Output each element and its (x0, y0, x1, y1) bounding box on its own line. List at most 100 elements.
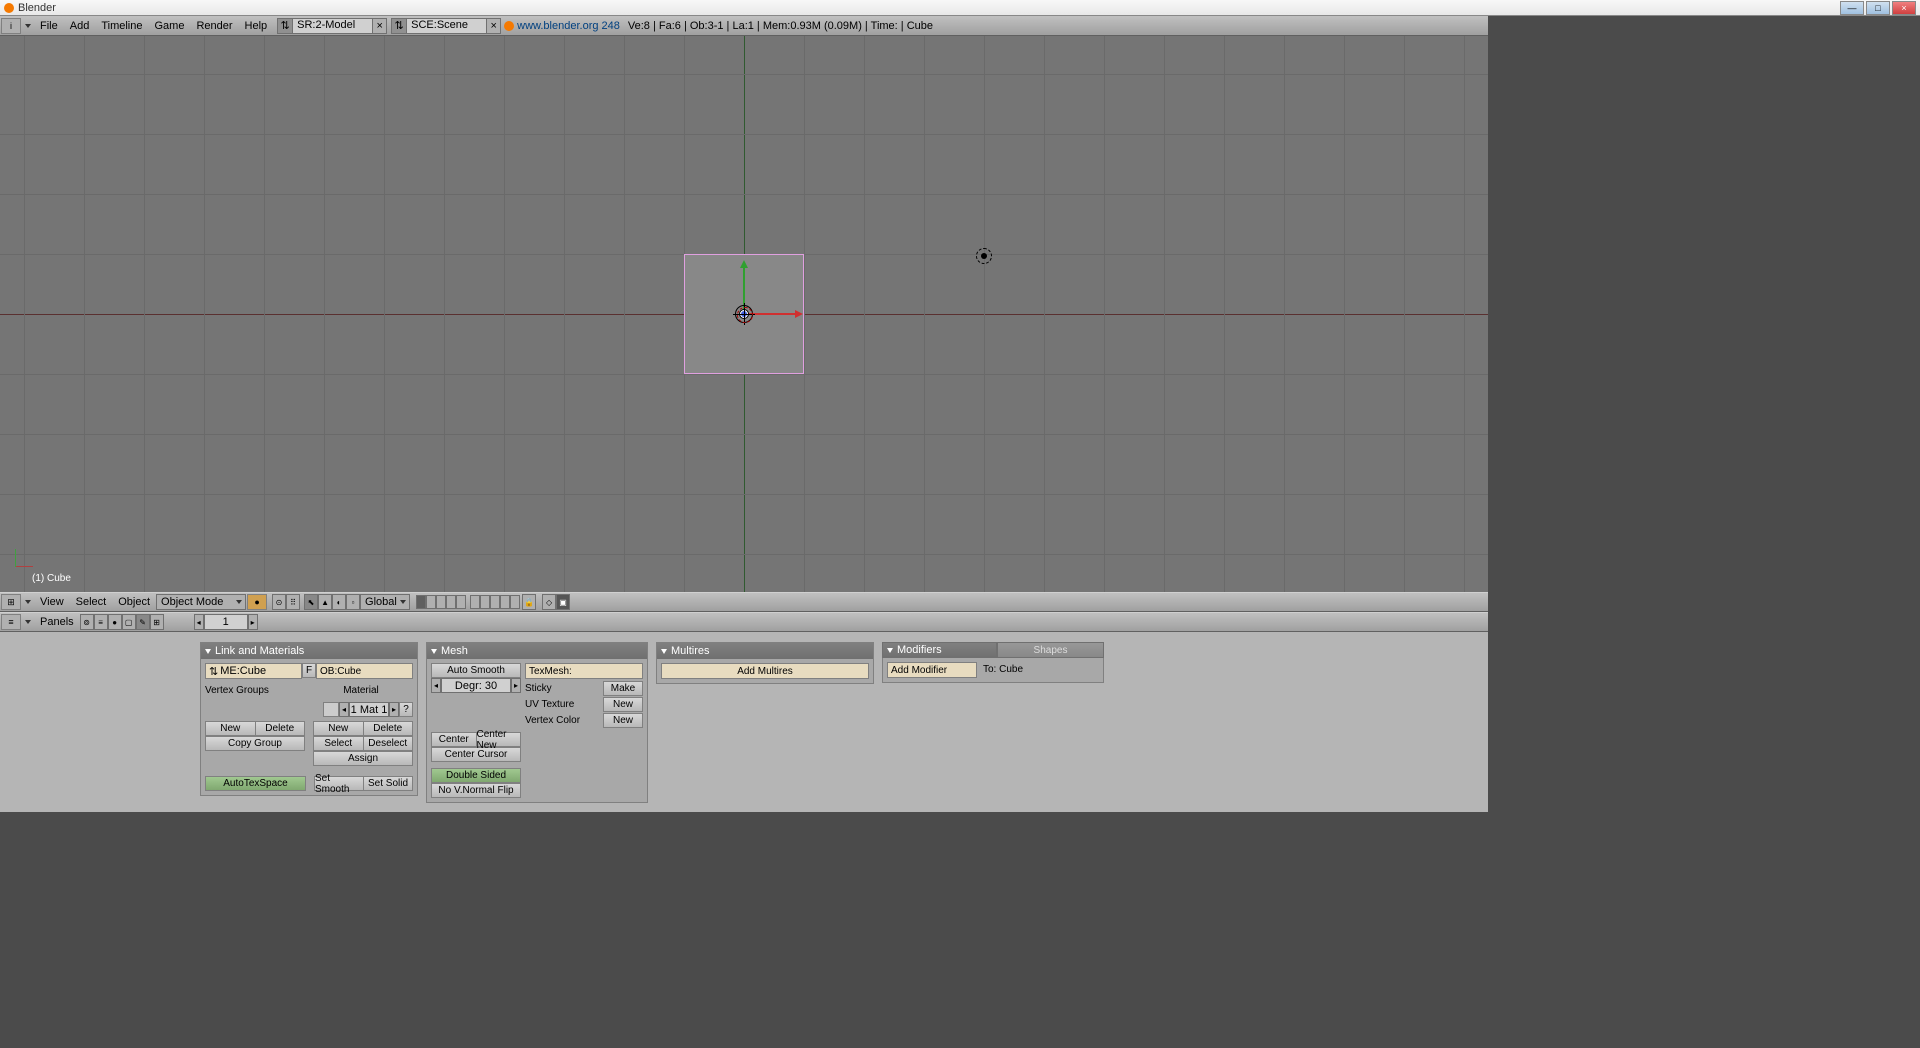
autotexspace-button[interactable]: AutoTexSpace (205, 776, 306, 791)
fake-user-button[interactable]: F (302, 663, 316, 678)
translate-manipulator-icon[interactable]: ▲ (318, 594, 332, 610)
render-preview-icon[interactable]: ◇ (542, 594, 556, 610)
mat-prev-button[interactable]: ◂ (339, 702, 349, 717)
link-icon (504, 21, 514, 31)
render-border-icon[interactable]: ▣ (556, 594, 570, 610)
window-maximize-button[interactable]: □ (1866, 1, 1890, 15)
menu-add[interactable]: Add (64, 20, 96, 32)
modifier-to-label: To: Cube (983, 662, 1023, 678)
screen-delete-button[interactable]: × (373, 18, 387, 34)
modifiers-tab[interactable]: Modifiers (882, 642, 997, 658)
blender-link[interactable]: www.blender.org 248 (517, 20, 620, 32)
viewtype-icon[interactable]: ⊞ (1, 594, 21, 610)
window-title: Blender (18, 2, 56, 14)
mat-index-field[interactable]: 1 Mat 1 (349, 702, 389, 717)
double-sided-button[interactable]: Double Sided (431, 768, 521, 783)
degr-field[interactable]: Degr: 30 (441, 678, 511, 693)
menu-file[interactable]: File (34, 20, 64, 32)
copy-group-button[interactable]: Copy Group (205, 736, 305, 751)
frame-prev-button[interactable]: ◂ (194, 614, 204, 630)
mat-select-button[interactable]: Select (313, 736, 364, 751)
pivot-median-icon[interactable]: ⠿ (286, 594, 300, 610)
screen-name-field[interactable]: SR:2-Model (293, 18, 373, 34)
menu-help[interactable]: Help (239, 20, 274, 32)
frame-next-button[interactable]: ▸ (248, 614, 258, 630)
shapes-tab[interactable]: Shapes (997, 642, 1104, 658)
panel-header[interactable]: Link and Materials (201, 643, 417, 659)
mat-next-button[interactable]: ▸ (389, 702, 399, 717)
orientation-dropdown[interactable]: Global (360, 594, 410, 610)
material-preview (323, 702, 339, 717)
context-shading-icon[interactable]: ● (108, 614, 122, 630)
mat-delete-button[interactable]: Delete (364, 721, 414, 736)
chevron-down-icon[interactable] (25, 24, 31, 28)
mesh-panel: Mesh Auto Smooth ◂ Degr: 30 ▸ TexMesh: S… (426, 642, 648, 803)
degr-next[interactable]: ▸ (511, 678, 521, 693)
context-scene-icon[interactable]: ⊞ (150, 614, 164, 630)
shading-icon[interactable]: ● (247, 594, 267, 610)
manipulator-toggle[interactable]: ⬉ (304, 594, 318, 610)
menu-timeline[interactable]: Timeline (95, 20, 148, 32)
uvtex-new-button[interactable]: New (603, 697, 643, 712)
vcolor-label: Vertex Color (525, 713, 580, 728)
mat-new-button[interactable]: New (313, 721, 364, 736)
context-editing-icon[interactable]: ✎ (136, 614, 150, 630)
panel-header[interactable]: Mesh (427, 643, 647, 659)
lock-icon[interactable]: 🔒 (522, 594, 536, 610)
scale-manipulator-icon[interactable]: ▫ (346, 594, 360, 610)
buttons-type-icon[interactable]: ≡ (1, 614, 21, 630)
mat-assign-button[interactable]: Assign (313, 751, 413, 766)
lamp-object[interactable] (974, 246, 994, 266)
context-logic-icon[interactable]: ⊚ (80, 614, 94, 630)
gizmo-x-axis[interactable] (749, 313, 799, 315)
rotate-manipulator-icon[interactable]: ◐ (332, 594, 346, 610)
chevron-down-icon[interactable] (25, 620, 31, 624)
layer-buttons-right[interactable] (470, 595, 520, 609)
select-menu[interactable]: Select (70, 596, 113, 608)
me-name-field[interactable]: ⇅ME:Cube (205, 663, 302, 679)
uvtex-label: UV Texture (525, 697, 574, 712)
set-solid-button[interactable]: Set Solid (364, 776, 413, 791)
ob-name-field[interactable]: OB:Cube (316, 663, 413, 679)
window-minimize-button[interactable]: — (1840, 1, 1864, 15)
window-type-icon[interactable]: i (1, 18, 21, 34)
window-close-button[interactable]: × (1892, 1, 1916, 15)
layer-buttons-left[interactable] (416, 595, 466, 609)
screen-browse-icon[interactable]: ⇅ (277, 18, 293, 34)
pivot-icon[interactable]: ⊙ (272, 594, 286, 610)
scene-delete-button[interactable]: × (487, 18, 501, 34)
chevron-down-icon[interactable] (25, 600, 31, 604)
3d-cursor (733, 303, 755, 325)
auto-smooth-button[interactable]: Auto Smooth (431, 663, 521, 678)
center-new-button[interactable]: Center New (477, 732, 522, 747)
frame-field[interactable]: 1 (204, 614, 248, 630)
add-multires-button[interactable]: Add Multires (661, 663, 869, 679)
menu-render[interactable]: Render (190, 20, 238, 32)
right-empty-area (1488, 16, 1920, 1048)
scene-browse-icon[interactable]: ⇅ (391, 18, 407, 34)
set-smooth-button[interactable]: Set Smooth (314, 776, 364, 791)
vg-new-button[interactable]: New (205, 721, 256, 736)
scene-name-field[interactable]: SCE:Scene (407, 18, 487, 34)
context-script-icon[interactable]: ≡ (94, 614, 108, 630)
mat-help-button[interactable]: ? (399, 702, 413, 717)
no-vnormal-button[interactable]: No V.Normal Flip (431, 783, 521, 798)
material-label: Material (309, 683, 413, 698)
context-object-icon[interactable]: ▢ (122, 614, 136, 630)
viewport-object-label: (1) Cube (32, 573, 71, 584)
mat-deselect-button[interactable]: Deselect (364, 736, 414, 751)
view-menu[interactable]: View (34, 596, 70, 608)
mode-dropdown[interactable]: Object Mode (156, 594, 246, 610)
object-menu[interactable]: Object (112, 596, 156, 608)
degr-prev[interactable]: ◂ (431, 678, 441, 693)
panels-menu[interactable]: Panels (34, 616, 80, 628)
center-button[interactable]: Center (431, 732, 477, 747)
vcolor-new-button[interactable]: New (603, 713, 643, 728)
sticky-make-button[interactable]: Make (603, 681, 643, 696)
panel-header[interactable]: Multires (657, 643, 873, 659)
scene-stats: Ve:8 | Fa:6 | Ob:3-1 | La:1 | Mem:0.93M … (628, 20, 933, 32)
menu-game[interactable]: Game (148, 20, 190, 32)
texmesh-field[interactable]: TexMesh: (525, 663, 643, 679)
add-modifier-button[interactable]: Add Modifier (887, 662, 977, 678)
vg-delete-button[interactable]: Delete (256, 721, 306, 736)
